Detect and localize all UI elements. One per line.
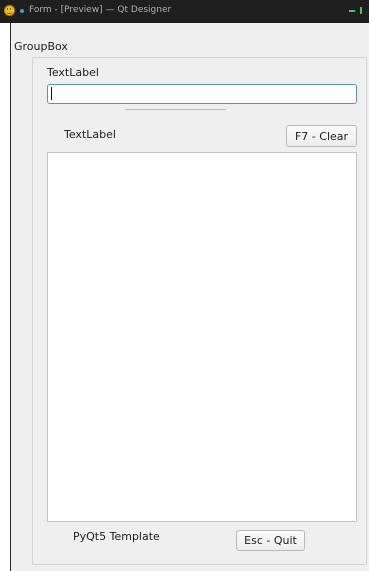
middle-text-label: TextLabel — [64, 128, 116, 141]
text-edit-area[interactable] — [47, 152, 357, 522]
groupbox-title: GroupBox — [14, 40, 68, 53]
quit-button[interactable]: Esc - Quit — [236, 530, 305, 551]
maximize-icon[interactable] — [360, 7, 362, 14]
window-menu-dot-icon[interactable] — [20, 9, 24, 13]
clear-button[interactable]: F7 - Clear — [286, 125, 357, 147]
window-titlebar[interactable]: Form - [Preview] — Qt Designer — [0, 0, 369, 23]
template-label: PyQt5 Template — [73, 530, 160, 543]
qt-designer-smiley-icon — [4, 5, 15, 16]
line-edit-input[interactable] — [47, 84, 357, 104]
minimize-icon[interactable] — [349, 10, 355, 12]
horizontal-separator — [125, 109, 226, 110]
window-title: Form - [Preview] — Qt Designer — [29, 5, 172, 15]
top-text-label: TextLabel — [47, 66, 99, 79]
text-cursor — [51, 87, 52, 100]
